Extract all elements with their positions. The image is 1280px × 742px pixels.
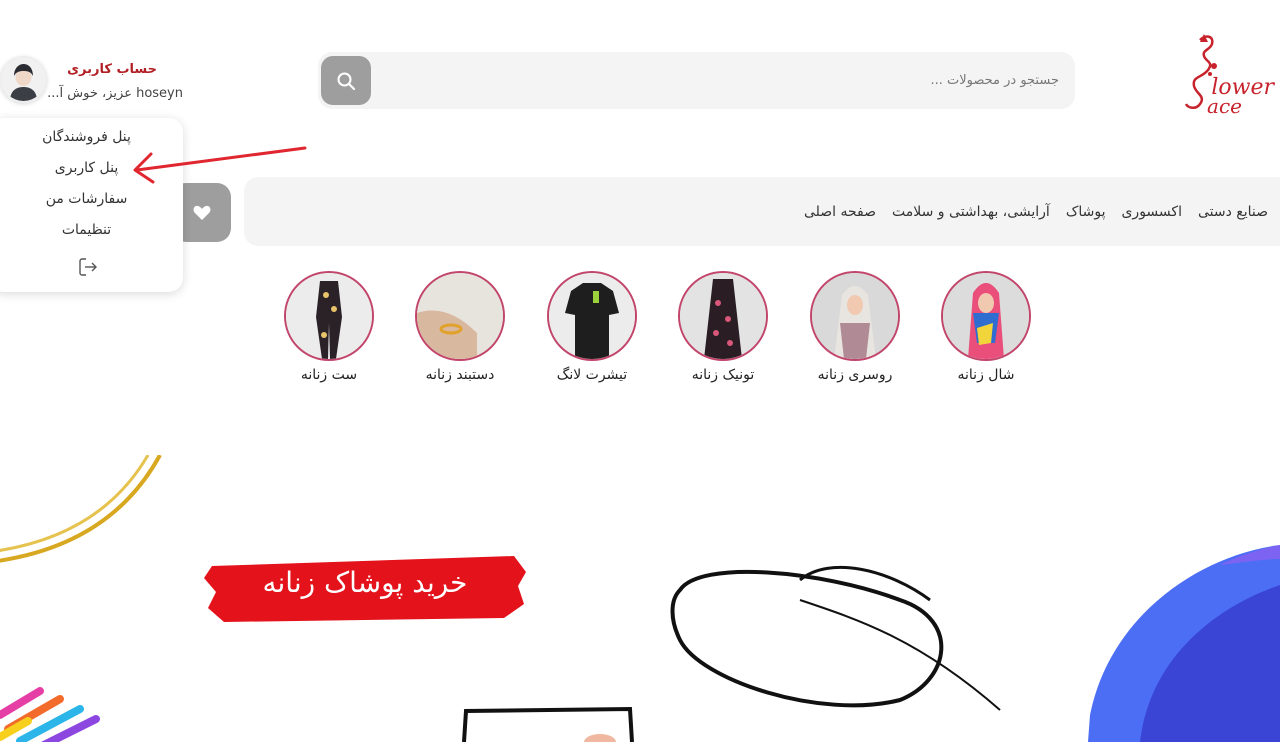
search-bar <box>318 52 1075 109</box>
search-button[interactable] <box>321 56 371 105</box>
category-label: دستبند زنانه <box>425 367 495 383</box>
bag-sketch-icon <box>462 706 634 742</box>
category-item[interactable]: دستبند زنانه <box>415 271 505 383</box>
heart-icon <box>193 205 210 220</box>
category-item[interactable]: تونیک زنانه <box>678 271 768 383</box>
gold-ring-decoration-icon <box>0 455 162 563</box>
menu-item-my-orders[interactable]: سفارشات من <box>0 191 183 207</box>
nav-item-beauty-health[interactable]: آرایشی، بهداشتی و سلامت <box>892 204 1050 220</box>
nav-item-accessories[interactable]: اکسسوری <box>1121 204 1181 220</box>
nav-item-clothing[interactable]: پوشاک <box>1066 204 1106 220</box>
category-item[interactable]: تیشرت لانگ <box>547 271 637 383</box>
account-greeting: hoseyn عزیز، خوش آ... <box>47 86 183 101</box>
account-title[interactable]: حساب کاربری <box>67 62 157 77</box>
tshirt-photo <box>547 271 637 361</box>
account-dropdown: پنل فروشندگان پنل کاربری سفارشات من تنظی… <box>0 118 183 292</box>
category-item[interactable]: شال زنانه <box>941 271 1031 383</box>
site-logo[interactable]: lower ace <box>1170 30 1280 122</box>
category-label: ست زنانه <box>300 367 358 383</box>
set-photo <box>284 271 374 361</box>
category-label: روسری زنانه <box>817 367 893 383</box>
banner-title: خرید پوشاک زنانه <box>262 566 468 599</box>
blue-blob-decoration-icon <box>1088 545 1280 742</box>
nav-item-home[interactable]: صفحه اصلی <box>804 204 876 220</box>
logout-icon[interactable] <box>77 256 99 278</box>
headscarf-photo <box>810 271 900 361</box>
user-avatar-icon <box>2 58 45 101</box>
nav-item-handicrafts[interactable]: صنایع دستی <box>1198 204 1268 220</box>
logo-text-line2: ace <box>1207 94 1242 118</box>
category-label: تیشرت لانگ <box>556 367 628 383</box>
scarf-photo <box>941 271 1031 361</box>
category-item[interactable]: ست زنانه <box>284 271 374 383</box>
hat-sketch-icon <box>670 565 1001 711</box>
category-label: شال زنانه <box>957 367 1015 383</box>
category-label: تونیک زنانه <box>691 367 755 383</box>
tunic-photo <box>678 271 768 361</box>
search-input[interactable] <box>379 52 1059 109</box>
color-stripes-decoration-icon <box>0 687 100 742</box>
category-item[interactable]: روسری زنانه <box>810 271 900 383</box>
menu-item-user-panel[interactable]: پنل کاربری <box>0 160 183 176</box>
bracelet-photo <box>415 271 505 361</box>
search-icon <box>337 72 356 90</box>
menu-item-settings[interactable]: تنظیمات <box>0 222 183 238</box>
avatar[interactable] <box>0 56 47 103</box>
menu-item-vendor-panel[interactable]: پنل فروشندگان <box>0 129 183 145</box>
main-nav: صفحه اصلی آرایشی، بهداشتی و سلامت پوشاک … <box>244 177 1280 246</box>
